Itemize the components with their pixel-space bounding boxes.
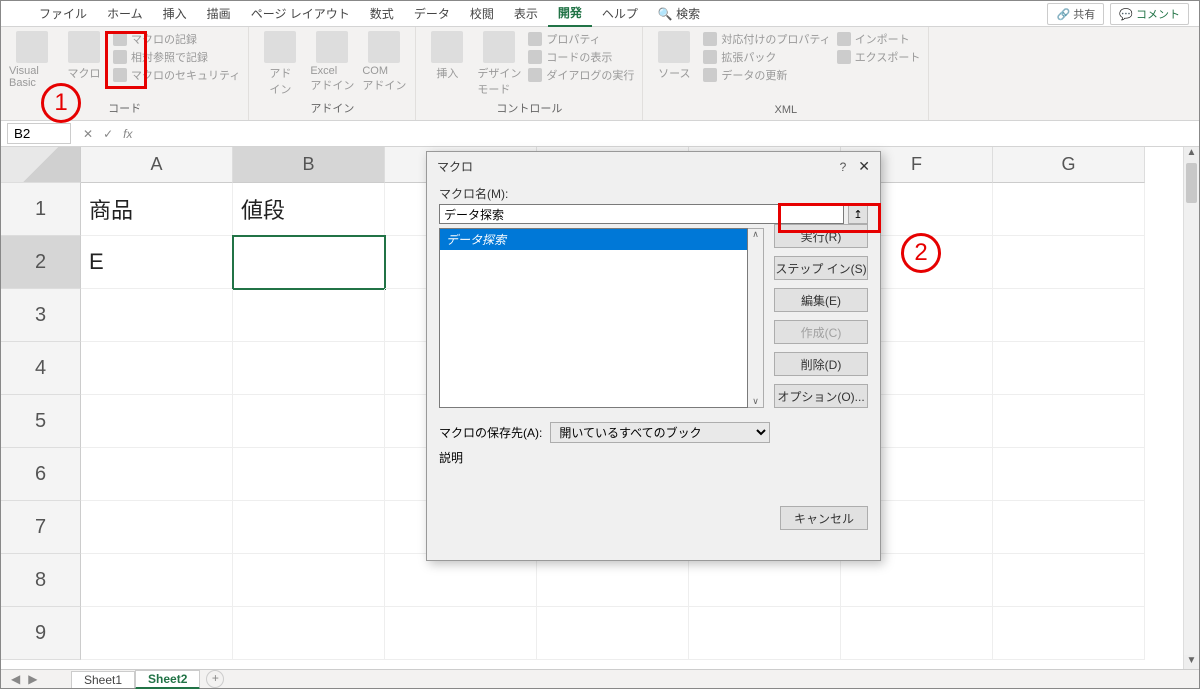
properties-button[interactable]: プロパティ <box>528 31 634 47</box>
annotation-box-2 <box>778 203 881 233</box>
tab-review[interactable]: 校閲 <box>460 1 504 26</box>
row-header-7[interactable]: 7 <box>1 501 81 554</box>
refresh-data-button[interactable]: データの更新 <box>703 67 830 83</box>
ribbon-body: Visual Basic マクロ マクロの記録 相対参照で記録 マクロのセキュリ… <box>1 27 1199 121</box>
sheet-tab-sheet2[interactable]: Sheet2 <box>135 670 200 689</box>
save-in-label: マクロの保存先(A): <box>439 424 542 441</box>
ribbon-group-xml: ソース 対応付けのプロパティ 拡張パック データの更新 インポート エクスポート… <box>643 27 929 120</box>
macro-list[interactable]: データ探索 <box>439 228 748 408</box>
edit-button[interactable]: 編集(E) <box>774 288 868 312</box>
tab-layout[interactable]: ページ レイアウト <box>241 1 360 26</box>
name-box[interactable] <box>7 123 71 144</box>
row-header-8[interactable]: 8 <box>1 554 81 607</box>
enter-formula-icon[interactable]: ✓ <box>103 127 113 141</box>
sheet-tab-sheet1[interactable]: Sheet1 <box>71 671 135 688</box>
cell-g2[interactable] <box>993 236 1145 289</box>
scroll-up-icon[interactable]: ▲ <box>1184 147 1199 163</box>
xml-source-button[interactable]: ソース <box>651 31 697 81</box>
tab-data[interactable]: データ <box>404 1 460 26</box>
tab-insert[interactable]: 挿入 <box>153 1 197 26</box>
create-button[interactable]: 作成(C) <box>774 320 868 344</box>
visual-basic-button[interactable]: Visual Basic <box>9 31 55 89</box>
tab-developer[interactable]: 開発 <box>548 0 592 27</box>
ribbon-tabs: ファイル ホーム 挿入 描画 ページ レイアウト 数式 データ 校閲 表示 開発… <box>1 1 1199 27</box>
group-label-controls: コントロール <box>424 98 634 120</box>
col-header-a[interactable]: A <box>81 147 233 183</box>
export-button[interactable]: エクスポート <box>837 49 921 65</box>
tab-file[interactable]: ファイル <box>29 1 97 26</box>
macro-list-item[interactable]: データ探索 <box>440 229 747 250</box>
group-label-xml: XML <box>651 102 920 120</box>
cell-a2[interactable]: E <box>81 236 233 289</box>
row-header-4[interactable]: 4 <box>1 342 81 395</box>
search-label: 検索 <box>676 7 700 21</box>
vertical-scrollbar[interactable]: ▲ ▼ <box>1183 147 1199 671</box>
com-addins-button[interactable]: COM アドイン <box>361 31 407 93</box>
view-code-button[interactable]: コードの表示 <box>528 49 634 65</box>
row-header-2[interactable]: 2 <box>1 236 81 289</box>
select-all-corner[interactable] <box>1 147 81 183</box>
row-header-3[interactable]: 3 <box>1 289 81 342</box>
add-sheet-button[interactable]: + <box>206 670 224 688</box>
row-header-1[interactable]: 1 <box>1 183 81 236</box>
ribbon-group-controls: 挿入 デザイン モード プロパティ コードの表示 ダイアログの実行 コントロール <box>416 27 643 120</box>
addins-button[interactable]: アド イン <box>257 31 303 97</box>
row-header-9[interactable]: 9 <box>1 607 81 660</box>
dialog-close-button[interactable]: ✕ <box>858 158 870 175</box>
sheet-nav-prev-icon[interactable]: ◀ <box>11 672 20 686</box>
sheet-tab-bar: ◀ ▶ Sheet1 Sheet2 + <box>1 669 1199 688</box>
expansion-pack-button[interactable]: 拡張パック <box>703 49 830 65</box>
col-header-b[interactable]: B <box>233 147 385 183</box>
comment-button[interactable]: 💬 コメント <box>1110 3 1189 25</box>
run-dialog-button[interactable]: ダイアログの実行 <box>528 67 634 83</box>
tab-draw[interactable]: 描画 <box>197 1 241 26</box>
map-properties-button[interactable]: 対応付けのプロパティ <box>703 31 830 47</box>
macro-list-scrollbar[interactable]: ∧∨ <box>748 228 764 408</box>
sheet-nav-next-icon[interactable]: ▶ <box>28 672 37 686</box>
cell-a1[interactable]: 商品 <box>81 183 233 236</box>
cell-b1[interactable]: 値段 <box>233 183 385 236</box>
delete-button[interactable]: 削除(D) <box>774 352 868 376</box>
annotation-circle-1: 1 <box>41 83 81 123</box>
macro-button[interactable]: マクロ <box>61 31 107 81</box>
cell-g1[interactable] <box>993 183 1145 236</box>
share-button[interactable]: 🔗 共有 <box>1047 3 1104 25</box>
annotation-box-1 <box>105 31 147 89</box>
formula-bar: ✕ ✓ fx <box>1 121 1199 147</box>
macro-name-label: マクロ名(M): <box>439 185 868 202</box>
scroll-thumb[interactable] <box>1186 163 1197 203</box>
tab-home[interactable]: ホーム <box>97 1 153 26</box>
formula-input[interactable] <box>144 132 1199 136</box>
step-in-button[interactable]: ステップ イン(S) <box>774 256 868 280</box>
search-tab[interactable]: 🔍 検索 <box>648 1 710 26</box>
save-in-select[interactable]: 開いているすべてのブック <box>550 422 770 443</box>
tab-view[interactable]: 表示 <box>504 1 548 26</box>
col-header-g[interactable]: G <box>993 147 1145 183</box>
ribbon-group-addins: アド イン Excel アドイン COM アドイン アドイン <box>249 27 416 120</box>
row-header-6[interactable]: 6 <box>1 448 81 501</box>
design-mode-button[interactable]: デザイン モード <box>476 31 522 97</box>
cell-b2[interactable] <box>233 236 385 289</box>
dialog-title: マクロ <box>437 158 840 175</box>
dialog-help-button[interactable]: ? <box>840 160 847 174</box>
excel-addins-button[interactable]: Excel アドイン <box>309 31 355 93</box>
tab-help[interactable]: ヘルプ <box>592 1 648 26</box>
import-button[interactable]: インポート <box>837 31 921 47</box>
cancel-formula-icon[interactable]: ✕ <box>83 127 93 141</box>
insert-control-button[interactable]: 挿入 <box>424 31 470 81</box>
options-button[interactable]: オプション(O)... <box>774 384 868 408</box>
group-label-addins: アドイン <box>257 98 407 120</box>
tab-formulas[interactable]: 数式 <box>360 1 404 26</box>
row-header-5[interactable]: 5 <box>1 395 81 448</box>
cancel-button[interactable]: キャンセル <box>780 506 868 530</box>
description-label: 説明 <box>439 449 868 466</box>
fx-icon[interactable]: fx <box>123 127 132 141</box>
annotation-circle-2: 2 <box>901 233 941 273</box>
